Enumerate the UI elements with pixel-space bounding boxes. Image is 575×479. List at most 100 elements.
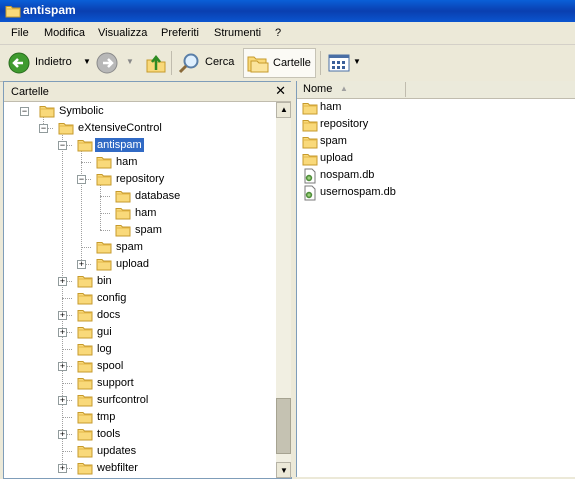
- tree-node-label[interactable]: Symbolic: [57, 104, 106, 118]
- expand-plus-icon[interactable]: +: [58, 464, 67, 473]
- tree-node[interactable]: + spool: [4, 358, 274, 375]
- tree-node[interactable]: support: [4, 375, 274, 392]
- scroll-up-button[interactable]: ▲: [276, 102, 291, 118]
- tree-node-label[interactable]: spam: [133, 223, 164, 237]
- tree-node[interactable]: updates: [4, 443, 274, 460]
- tree-node[interactable]: + tools: [4, 426, 274, 443]
- collapse-minus-icon[interactable]: −: [77, 175, 86, 184]
- tree-node-label[interactable]: webfilter: [95, 461, 140, 475]
- list-item[interactable]: nospam.db: [302, 168, 562, 185]
- views-dropdown-icon[interactable]: ▼: [353, 57, 361, 66]
- tree-node-label[interactable]: antispam: [95, 138, 144, 152]
- expand-plus-icon[interactable]: +: [58, 311, 67, 320]
- expand-plus-icon[interactable]: +: [58, 362, 67, 371]
- column-name-label: Nome: [303, 83, 333, 95]
- scroll-up-icon: ▲: [280, 105, 288, 114]
- search-button[interactable]: Cerca: [176, 50, 238, 76]
- tree-node[interactable]: + gui: [4, 324, 274, 341]
- tree-node[interactable]: + bin: [4, 273, 274, 290]
- list-item[interactable]: spam: [302, 134, 562, 151]
- tree-node-label[interactable]: database: [133, 189, 182, 203]
- tree-node[interactable]: + docs: [4, 307, 274, 324]
- menu-file[interactable]: File: [11, 27, 29, 39]
- menu-modifica[interactable]: Modifica: [44, 27, 85, 39]
- expand-plus-icon[interactable]: +: [58, 328, 67, 337]
- list-item[interactable]: repository: [302, 117, 562, 134]
- folder-icon: [77, 291, 93, 305]
- menu-preferiti[interactable]: Preferiti: [161, 27, 199, 39]
- tree-node-label[interactable]: log: [95, 342, 114, 356]
- tree-node-label[interactable]: ham: [133, 206, 158, 220]
- tree-node[interactable]: database: [4, 188, 274, 205]
- tree-node[interactable]: − eXtensiveControl: [4, 120, 274, 137]
- collapse-minus-icon[interactable]: −: [58, 141, 67, 150]
- menu-visualizza[interactable]: Visualizza: [98, 27, 147, 39]
- forward-dropdown-icon[interactable]: ▼: [126, 57, 134, 66]
- tree-node-label[interactable]: gui: [95, 325, 114, 339]
- scroll-thumb[interactable]: [276, 398, 291, 454]
- collapse-minus-icon[interactable]: −: [39, 124, 48, 133]
- forward-button[interactable]: ▼: [96, 50, 136, 76]
- tree-node[interactable]: + webfilter: [4, 460, 274, 477]
- menu-help[interactable]: ?: [275, 27, 281, 39]
- tree-node[interactable]: config: [4, 290, 274, 307]
- folders-label: Cartelle: [273, 57, 311, 69]
- close-icon[interactable]: ✕: [275, 83, 286, 99]
- back-dropdown-icon[interactable]: ▼: [83, 57, 91, 66]
- up-folder-button[interactable]: [143, 50, 167, 76]
- folder-icon: [39, 104, 55, 118]
- tree-node-label[interactable]: surfcontrol: [95, 393, 150, 407]
- folder-icon: [302, 100, 318, 116]
- tree-node[interactable]: ham: [4, 205, 274, 222]
- tree-node[interactable]: tmp: [4, 409, 274, 426]
- tree-node[interactable]: log: [4, 341, 274, 358]
- tree-node-label[interactable]: spam: [114, 240, 145, 254]
- expand-plus-icon[interactable]: +: [58, 277, 67, 286]
- tree-node-label[interactable]: spool: [95, 359, 125, 373]
- list-item[interactable]: upload: [302, 151, 562, 168]
- column-divider[interactable]: [405, 82, 406, 97]
- back-button[interactable]: Indietro ▼: [6, 50, 94, 76]
- search-icon: [178, 53, 199, 74]
- tree-node-label[interactable]: updates: [95, 444, 138, 458]
- folders-button[interactable]: Cartelle: [243, 48, 316, 78]
- menu-strumenti[interactable]: Strumenti: [214, 27, 261, 39]
- folder-icon: [77, 393, 93, 407]
- list-item[interactable]: usernospam.db: [302, 185, 562, 202]
- title-bar: antispam: [0, 0, 575, 22]
- tree-node[interactable]: + surfcontrol: [4, 392, 274, 409]
- folder-icon: [77, 325, 93, 339]
- tree-node[interactable]: − Symbolic: [4, 103, 274, 120]
- tree-node[interactable]: − repository: [4, 171, 274, 188]
- tree-node-label[interactable]: tmp: [95, 410, 117, 424]
- scroll-down-button[interactable]: ▼: [276, 462, 291, 478]
- tree-node-label[interactable]: support: [95, 376, 136, 390]
- expand-plus-icon[interactable]: +: [58, 430, 67, 439]
- content-area: Cartelle ✕ − Symbolic − eXtensiveControl − an…: [0, 81, 575, 479]
- list-item[interactable]: ham: [302, 100, 562, 117]
- tree-node-label[interactable]: bin: [95, 274, 114, 288]
- expand-plus-icon[interactable]: +: [77, 260, 86, 269]
- list-item-label: upload: [320, 152, 354, 164]
- tree-node-label[interactable]: ham: [114, 155, 139, 169]
- views-button[interactable]: ▼: [326, 50, 362, 76]
- tree-node-label[interactable]: upload: [114, 257, 151, 271]
- collapse-minus-icon[interactable]: −: [20, 107, 29, 116]
- tree-node[interactable]: spam: [4, 239, 274, 256]
- folder-icon: [115, 223, 131, 237]
- tree-node[interactable]: + upload: [4, 256, 274, 273]
- tree-scrollbar[interactable]: ▲ ▼: [276, 102, 291, 478]
- tree-node-label[interactable]: eXtensiveControl: [76, 121, 164, 135]
- folder-icon: [58, 121, 74, 135]
- tree-node-label[interactable]: config: [95, 291, 128, 305]
- tree-node-label[interactable]: repository: [114, 172, 166, 186]
- column-header-name[interactable]: Nome ▲: [297, 81, 575, 99]
- tree-node[interactable]: ham: [4, 154, 274, 171]
- tree-node-label[interactable]: docs: [95, 308, 122, 322]
- folder-icon: [96, 155, 112, 169]
- tree-node[interactable]: − antispam: [4, 137, 274, 154]
- expand-plus-icon[interactable]: +: [58, 396, 67, 405]
- tree-node-label[interactable]: tools: [95, 427, 122, 441]
- folder-icon: [77, 138, 93, 152]
- tree-node[interactable]: spam: [4, 222, 274, 239]
